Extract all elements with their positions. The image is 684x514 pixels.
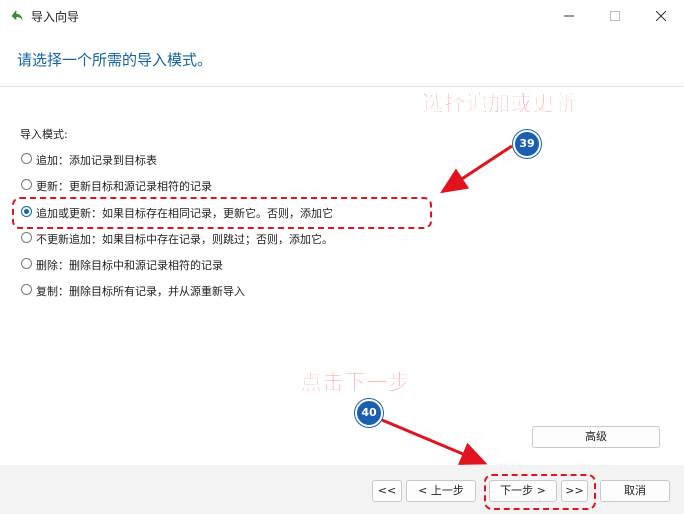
arrow-to-option [439,144,513,194]
advanced-button[interactable]: 高级 [532,426,660,448]
annotation-next-text: 点击下一步 [300,371,411,397]
step-badge-40: 40 [355,399,383,427]
annotation-choose-text: 选择追加或更新 [422,92,577,118]
arrow-to-next-button [381,418,488,465]
previous-button[interactable]: < 上一步 [406,480,476,502]
cancel-button[interactable]: 取消 [600,480,670,502]
first-page-button[interactable]: << [372,480,402,502]
step-badge-39: 39 [513,130,541,158]
next-button-highlight [484,474,596,510]
